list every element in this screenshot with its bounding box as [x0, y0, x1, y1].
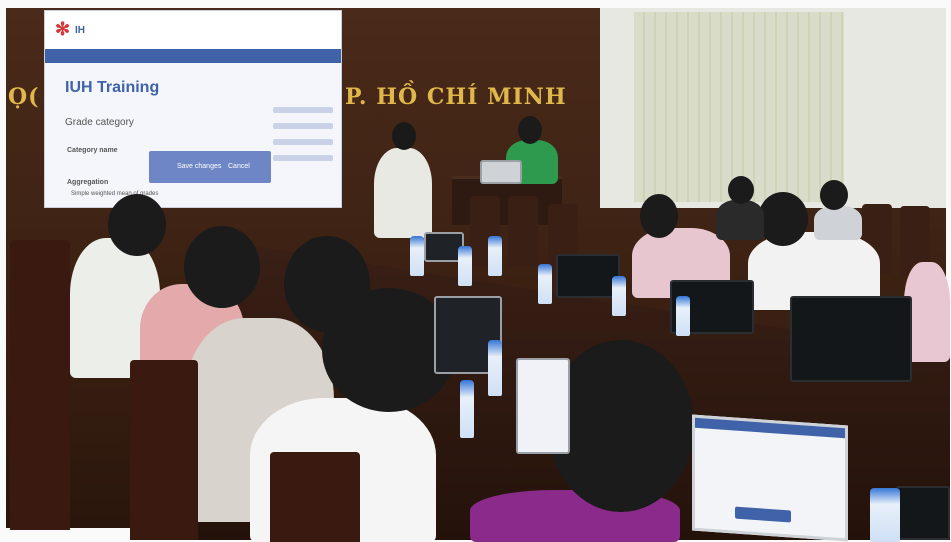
projected-save-button: Save changes [177, 163, 222, 170]
laptop-screen-moodle [692, 414, 848, 542]
meeting-room-photo: Ọ( P. HỒ CHÍ MINH ✻ IH IUH Training Grad… [0, 0, 951, 542]
laptop [480, 160, 522, 184]
projected-category-label: Category name [67, 147, 118, 154]
projected-cancel-button: Cancel [228, 163, 250, 170]
chair-foreground [270, 452, 360, 542]
water-bottle [870, 488, 900, 542]
projected-navbar [45, 49, 341, 63]
projected-header: ✻ IH [45, 11, 341, 50]
projected-aggregation-label: Aggregation [67, 179, 109, 186]
attendee-head [728, 176, 754, 204]
attendee-head [820, 180, 848, 210]
chair [508, 196, 538, 266]
water-bottle [460, 380, 474, 438]
water-bottle [488, 340, 502, 396]
attendee-back-row [716, 200, 764, 240]
wall-lettering-right: P. HỒ CHÍ MINH [345, 84, 567, 110]
wall-lettering-left: Ọ( [8, 84, 40, 110]
university-logo-icon: ✻ [55, 19, 71, 39]
water-bottle [676, 296, 690, 336]
attendee-head [758, 192, 808, 246]
chair-foreground [10, 240, 70, 530]
laptop-open [516, 358, 570, 454]
laptop [790, 296, 912, 382]
presenter-man [374, 148, 432, 238]
projected-page-title: IUH Training [65, 79, 160, 96]
presenter-man-head [392, 122, 416, 150]
laptop [556, 254, 620, 298]
attendee-head [184, 226, 260, 308]
water-bottle [458, 246, 472, 286]
attendee-back-row [814, 206, 862, 240]
water-bottle [488, 236, 502, 276]
chair-foreground [130, 360, 198, 540]
attendee-head [108, 194, 166, 256]
attendee-head [640, 194, 678, 238]
projected-sidebar [273, 97, 333, 197]
water-bottle [410, 236, 424, 276]
projector-screen: ✻ IH IUH Training Grade category Categor… [44, 10, 342, 208]
projected-section-heading: Grade category [65, 117, 134, 128]
water-bottle [538, 264, 552, 304]
water-bottle [612, 276, 626, 316]
projected-logo-text: IH [75, 25, 85, 36]
window-blinds [634, 12, 844, 202]
presenter-woman-head [518, 116, 542, 144]
laptop-screen-button [735, 506, 791, 523]
laptop [896, 486, 950, 540]
